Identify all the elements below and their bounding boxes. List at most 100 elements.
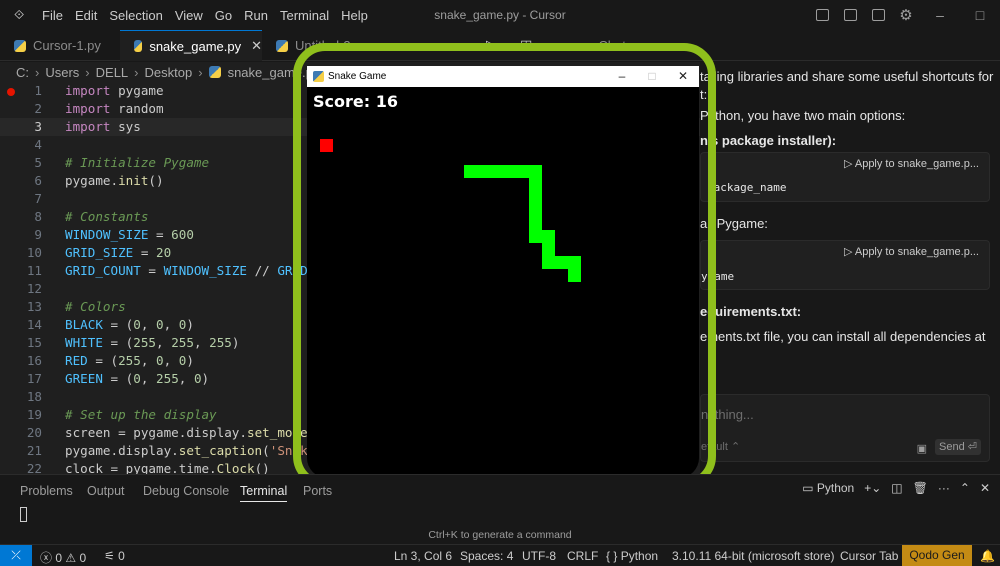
menu-edit[interactable]: Edit [69,8,103,23]
apply-label: Apply to snake_game.p... [854,246,979,258]
title-bar: ⟐ File Edit Selection View Go Run Termin… [0,0,1000,30]
more-actions-icon[interactable]: ··· [938,481,950,495]
qodo-gen-button[interactable]: Qodo Gen [902,545,972,566]
terminal-cursor [20,507,27,522]
tab-output[interactable]: Output [87,484,125,498]
code-text: GRID_COUNT = WINDOW_SIZE // GRID_S [65,263,323,278]
menu-run[interactable]: Run [238,8,274,23]
tab-ports[interactable]: Ports [303,484,332,498]
menu-terminal[interactable]: Terminal [274,8,335,23]
cursor-position[interactable]: Ln 3, Col 6 [394,549,452,563]
maximize-panel-icon[interactable]: ⌃ [960,481,970,495]
breadcrumb-dell[interactable]: DELL [96,65,129,80]
code-text: # Set up the display [65,407,217,422]
send-label: Send [939,441,965,453]
chevron-right-icon: › [198,64,203,80]
cursor-tab-status[interactable]: Cursor Tab [840,549,898,563]
tab-problems[interactable]: Problems [20,484,73,498]
toggle-aux-bar-icon[interactable] [867,8,889,22]
error-count: 0 [55,551,63,565]
code-text: GRID_SIZE = 20 [65,245,172,260]
chat-input[interactable]: nything... efault ⌃ ▣ Send ⏎ [700,394,990,462]
line-ending[interactable]: CRLF [567,549,598,563]
chat-text: talling libraries and share some useful … [700,69,994,84]
settings-gear-icon[interactable]: ⚙ [895,7,917,24]
breadcrumb-desktop[interactable]: Desktop [145,65,193,80]
breadcrumb-users[interactable]: Users [45,65,79,80]
tab-cursor-1[interactable]: Cursor-1.py [0,30,120,61]
chat-code-block: ▷ Apply to snake_game.p... ygame [700,240,990,290]
line-number: 19 [26,407,42,422]
minimize-icon[interactable]: – [920,0,960,30]
apply-label: Apply to snake_game.p... [854,158,979,170]
breakpoint-icon[interactable] [7,88,15,96]
apply-button[interactable]: ▷ Apply to snake_game.p... [844,245,979,258]
chat-panel: talling libraries and share some useful … [700,62,1000,474]
menu-file[interactable]: File [36,8,69,23]
chat-text: ements.txt file, you can install all dep… [700,329,986,344]
code-text: screen = pygame.display.set_mode( [65,425,315,440]
menu-help[interactable]: Help [335,8,374,23]
tab-debug-console[interactable]: Debug Console [143,484,229,498]
code-text: import sys [65,119,141,134]
split-terminal-icon[interactable]: ◫ [891,481,902,495]
terminal-hint: Ctrl+K to generate a command [428,529,572,541]
line-number: 3 [34,119,42,134]
line-number: 4 [34,137,42,152]
toggle-panel-icon[interactable] [839,8,861,22]
toggle-sidebar-icon[interactable] [811,8,833,22]
maximize-icon[interactable]: □ [960,0,1000,30]
tab-label: Cursor-1.py [33,38,101,53]
line-number: 11 [26,263,42,278]
code-text: # Constants [65,209,149,224]
code-text: import random [65,101,164,116]
cursor-logo-icon: ⟐ [14,7,25,22]
tab-terminal[interactable]: Terminal [240,484,288,502]
menu-selection[interactable]: Selection [103,8,168,23]
send-button[interactable]: Send ⏎ [935,439,981,455]
line-number: 12 [26,281,42,296]
line-number: 17 [26,371,42,386]
line-number: 2 [34,101,42,116]
code-text: pygame.init() [65,173,164,188]
chat-code-block: ▷ Apply to snake_game.p... package_name [700,152,990,202]
line-number: 22 [26,461,42,474]
line-number: 10 [26,245,42,260]
highlight-ring [293,43,716,488]
terminal-shell-selector[interactable]: ▭ Python [802,481,854,495]
code-text: BLACK = (0, 0, 0) [65,317,194,332]
python-file-icon [208,66,221,78]
remote-indicator-icon[interactable]: ⤫ [0,545,32,566]
trash-icon[interactable]: 🗑 [913,481,928,495]
line-number: 5 [34,155,42,170]
encoding[interactable]: UTF-8 [522,549,556,563]
python-interpreter[interactable]: 3.10.11 64-bit (microsoft store) [672,549,835,563]
close-panel-icon[interactable]: ✕ [980,481,990,495]
terminal-icon: ▭ [802,481,814,495]
code-text: # Initialize Pygame [65,155,210,170]
image-icon[interactable]: ▣ [917,442,927,455]
menu-go[interactable]: Go [209,8,238,23]
tab-snake-game[interactable]: snake_game.py ✕ [120,30,262,61]
line-number: 9 [34,227,42,242]
apply-button[interactable]: ▷ Apply to snake_game.p... [844,157,979,170]
ports-status[interactable]: ⚟ 0 [104,549,125,563]
close-icon[interactable]: ✕ [251,38,262,54]
python-file-icon [14,39,26,52]
indentation[interactable]: Spaces: 4 [460,549,513,563]
python-file-icon [134,40,143,52]
notifications-bell-icon[interactable]: 🔔 [980,549,995,563]
line-number: 7 [34,191,42,206]
language-mode[interactable]: { } Python [606,549,658,563]
chevron-right-icon: › [85,64,90,80]
line-number: 13 [26,299,42,314]
code-text: pygame.display.set_caption('Snake [65,443,316,458]
python-file-icon [276,39,288,52]
problems-status[interactable]: ⓧ 0 ⚠ 0 [40,549,86,566]
status-bar: ⤫ ⓧ 0 ⚠ 0 ⚟ 0 Ln 3, Col 6 Spaces: 4 UTF-… [0,544,1000,566]
code-text: WHITE = (255, 255, 255) [65,335,240,350]
breadcrumb-drive[interactable]: C: [16,65,29,80]
menu-view[interactable]: View [169,8,209,23]
new-terminal-icon[interactable]: +⌄ [864,481,881,495]
language-label: Python [620,549,659,563]
